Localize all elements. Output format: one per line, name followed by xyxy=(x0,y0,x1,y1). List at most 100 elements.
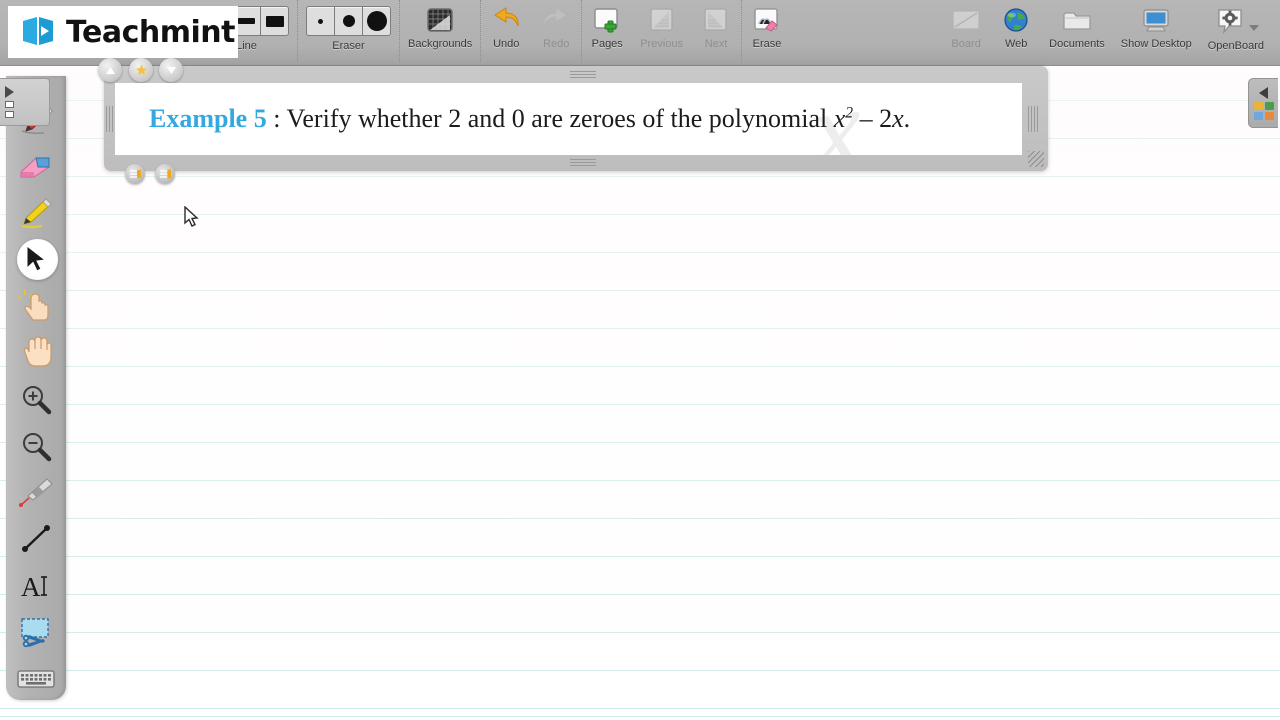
arrow-cursor-icon xyxy=(26,244,47,272)
expression-middle: – 2 xyxy=(853,104,893,133)
sidebar-item-capture-tool[interactable] xyxy=(13,612,59,654)
eraser-size-picker[interactable] xyxy=(306,6,391,36)
toolbar-button-next[interactable]: Next xyxy=(691,0,741,62)
duplicate-icon xyxy=(129,170,141,178)
library-cell-3 xyxy=(1253,111,1263,120)
teachmint-wordmark: Teachmint xyxy=(66,14,235,50)
eraser-size-large[interactable] xyxy=(362,6,391,36)
library-panel-tab[interactable] xyxy=(1248,78,1278,128)
folder-icon xyxy=(1060,4,1094,36)
teachmint-book-icon xyxy=(23,17,53,45)
openboard-dropdown-arrow[interactable] xyxy=(1248,25,1259,31)
keyboard-icon xyxy=(17,670,55,688)
chevron-up-icon xyxy=(105,66,115,74)
redo-icon xyxy=(539,4,573,36)
toolbar-button-redo[interactable]: Redo xyxy=(531,0,581,62)
backgrounds-icon xyxy=(423,4,457,36)
top-resize-grip[interactable] xyxy=(570,71,596,78)
sidebar-item-zoom-out-tool[interactable] xyxy=(13,425,59,467)
redo-label: Redo xyxy=(543,38,570,50)
stylus-option-1[interactable] xyxy=(5,101,14,108)
eraser-size-medium[interactable] xyxy=(334,6,363,36)
sidebar-item-laser-tool[interactable] xyxy=(13,472,59,514)
undo-icon xyxy=(489,4,523,36)
previous-page-icon xyxy=(645,4,679,36)
erase-label: Erase xyxy=(752,38,782,50)
move-up-handle[interactable] xyxy=(98,58,122,82)
sidebar-item-virtual-keyboard-tool[interactable] xyxy=(13,658,59,700)
add-page-icon xyxy=(590,4,624,36)
toolbar-button-previous[interactable]: Previous xyxy=(632,0,691,62)
toolbar-mode-openboard[interactable]: OpenBoard xyxy=(1200,0,1272,62)
library-icon-grid xyxy=(1253,101,1274,120)
expression-period: . xyxy=(903,104,911,133)
previous-label: Previous xyxy=(640,38,684,50)
variable-x-2: x xyxy=(892,104,904,133)
eraser-size-group: Eraser xyxy=(297,0,399,62)
globe-icon xyxy=(999,4,1033,36)
stylus-options-panel[interactable] xyxy=(0,78,50,126)
stylus-option-2[interactable] xyxy=(5,111,14,118)
layer-handle[interactable] xyxy=(155,164,175,184)
yellow-highlighter-icon xyxy=(21,198,52,229)
capture-scissors-icon xyxy=(21,618,49,648)
sidebar-item-marker-tool[interactable] xyxy=(13,191,59,233)
next-page-icon xyxy=(699,4,733,36)
sidebar-item-zoom-in-tool[interactable] xyxy=(13,378,59,420)
move-down-handle[interactable] xyxy=(159,58,183,82)
corner-resize-grip[interactable] xyxy=(1028,151,1044,167)
line-label: Line xyxy=(236,40,257,52)
line-icon xyxy=(22,525,50,553)
stylus-arrow-icon xyxy=(5,86,14,98)
open-hand-icon xyxy=(23,336,52,367)
toolbar-button-backgrounds[interactable]: Backgrounds xyxy=(399,0,480,62)
sidebar-item-hand-tool[interactable] xyxy=(13,331,59,373)
library-cell-1 xyxy=(1253,101,1263,110)
toolbar-button-undo[interactable]: Undo xyxy=(480,0,531,62)
selection-text-container[interactable]: x Example 5 : Verify whether 2 and 0 are… xyxy=(115,83,1022,155)
right-resize-grip[interactable] xyxy=(1028,106,1038,132)
example-body: Verify whether 2 and 0 are zeroes of the… xyxy=(286,104,834,133)
example-text: Example 5 : Verify whether 2 and 0 are z… xyxy=(149,104,910,134)
sidebar-item-line-tool[interactable] xyxy=(13,518,59,560)
magnifier-plus-icon xyxy=(23,385,52,415)
toolbar-mode-show-desktop[interactable]: Show Desktop xyxy=(1113,0,1200,62)
erase-board-icon xyxy=(750,4,784,36)
text-a-icon: A xyxy=(21,572,47,602)
laser-pointer-icon xyxy=(19,478,53,508)
toolbar-mode-documents[interactable]: Documents xyxy=(1041,0,1113,62)
eraser-size-small[interactable] xyxy=(306,6,335,36)
board-icon xyxy=(949,4,983,36)
sidebar-item-pointer-tool[interactable] xyxy=(13,285,59,327)
tool-palette: A xyxy=(6,76,66,700)
star-icon xyxy=(135,64,147,75)
arrow-pointer-icon xyxy=(184,205,199,227)
pages-label: Pages xyxy=(591,38,623,50)
undo-label: Undo xyxy=(493,38,520,50)
line-width-thick[interactable] xyxy=(260,6,289,36)
sidebar-item-text-tool[interactable]: A xyxy=(13,565,59,607)
gear-bubble-icon xyxy=(1213,5,1247,37)
example-label: Example 5 xyxy=(149,104,267,133)
documents-label: Documents xyxy=(1049,38,1105,50)
web-label: Web xyxy=(1004,38,1028,50)
toolbar-mode-web[interactable]: Web xyxy=(991,0,1041,62)
chevron-down-icon xyxy=(166,66,176,74)
library-cell-2 xyxy=(1264,101,1274,110)
bottom-resize-grip[interactable] xyxy=(570,159,596,166)
toolbar-mode-board[interactable]: Board xyxy=(941,0,991,62)
toolbar-button-pages[interactable]: Pages xyxy=(581,0,632,62)
menu-handle[interactable] xyxy=(129,58,153,82)
show-desktop-label: Show Desktop xyxy=(1120,38,1192,50)
layer-icon xyxy=(159,169,171,179)
toolbar-button-erase[interactable]: Erase xyxy=(741,0,792,62)
sidebar-item-eraser-tool[interactable] xyxy=(13,145,59,187)
openboard-label: OpenBoard xyxy=(1207,40,1264,52)
stylus-options-column xyxy=(5,86,14,118)
duplicate-handle[interactable] xyxy=(125,164,145,184)
sidebar-item-select-tool[interactable] xyxy=(13,238,59,280)
svg-text:A: A xyxy=(21,572,41,602)
selected-object-frame[interactable]: x Example 5 : Verify whether 2 and 0 are… xyxy=(98,58,1048,184)
left-triangle-icon[interactable] xyxy=(1259,86,1268,99)
pink-eraser-icon xyxy=(20,157,50,178)
